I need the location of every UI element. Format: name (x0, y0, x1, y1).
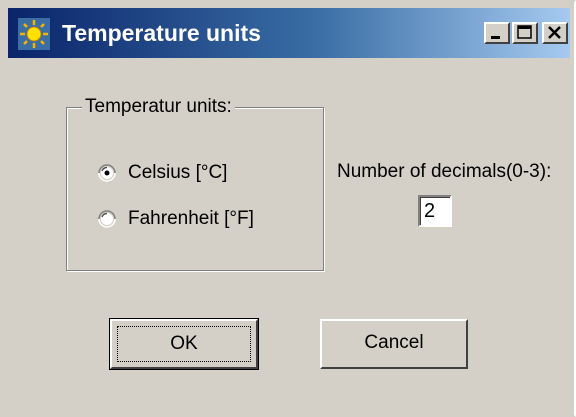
minimize-icon (491, 36, 500, 39)
window-title: Temperature units (62, 20, 261, 46)
radio-unselected-icon[interactable] (98, 210, 116, 228)
sun-icon (18, 18, 50, 50)
radio-selected-icon[interactable] (98, 164, 116, 182)
radio-fahrenheit[interactable]: Fahrenheit [°F] (98, 206, 254, 232)
radio-celsius-label[interactable]: Celsius [°C] (128, 162, 227, 184)
minimize-button[interactable] (484, 22, 510, 44)
radio-celsius[interactable]: Celsius [°C] (98, 160, 227, 186)
radio-fahrenheit-label[interactable]: Fahrenheit [°F] (128, 208, 254, 230)
maximize-button[interactable] (512, 22, 538, 44)
decimals-input[interactable] (418, 195, 452, 227)
close-icon (548, 26, 561, 39)
ok-button-label: OK (117, 326, 251, 362)
units-group-legend: Temperatur units: (82, 94, 235, 120)
title-bar[interactable]: Temperature units (8, 8, 570, 58)
close-button[interactable] (542, 22, 568, 44)
decimals-label: Number of decimals(0-3): (337, 161, 552, 182)
temperature-units-dialog: Temperature units Temperatur units: Cels… (0, 0, 576, 417)
maximize-icon (517, 25, 532, 39)
units-groupbox (66, 107, 324, 271)
cancel-button[interactable]: Cancel (320, 319, 468, 369)
ok-button[interactable]: OK (109, 318, 259, 370)
